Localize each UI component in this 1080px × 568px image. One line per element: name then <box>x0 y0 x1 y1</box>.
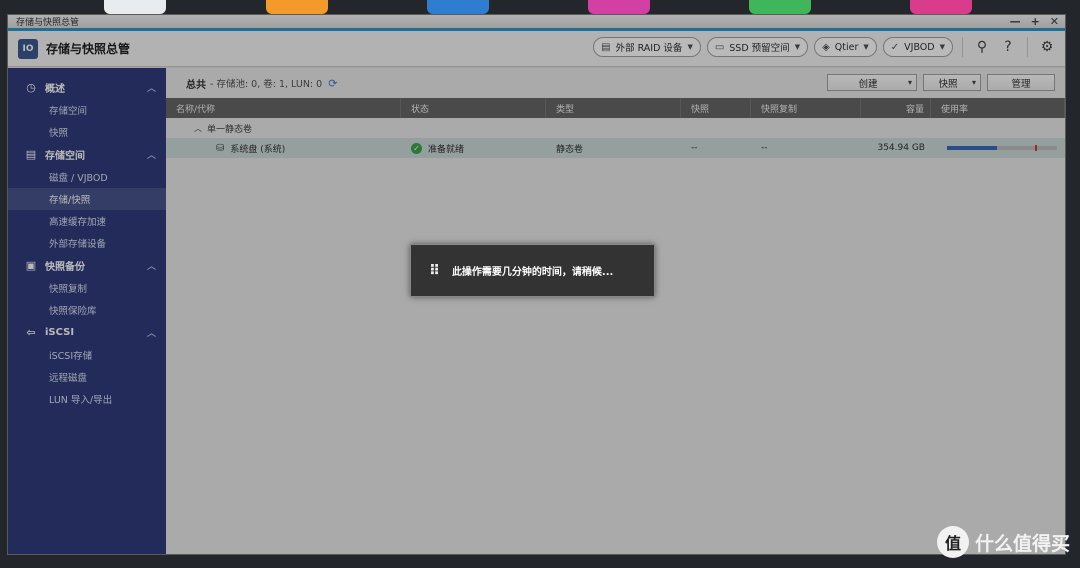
desktop-app-icon[interactable] <box>266 0 328 14</box>
loading-icon: ⠿ <box>429 262 440 279</box>
progress-message-box: ⠿ 此操作需要几分钟的时间，请稍候... <box>410 244 655 297</box>
progress-message: 此操作需要几分钟的时间，请稍候... <box>451 267 614 278</box>
watermark-logo: 值 <box>936 526 969 558</box>
watermark-text: 什么值得买 <box>974 532 1070 555</box>
desktop-app-icon[interactable] <box>910 0 972 14</box>
desktop-app-icon[interactable] <box>588 0 650 14</box>
desktop-app-icon[interactable] <box>104 0 166 14</box>
desktop-app-icon[interactable] <box>427 0 489 14</box>
desktop-app-icon[interactable] <box>749 0 811 14</box>
watermark: 值 什么值得买 <box>936 526 1070 558</box>
